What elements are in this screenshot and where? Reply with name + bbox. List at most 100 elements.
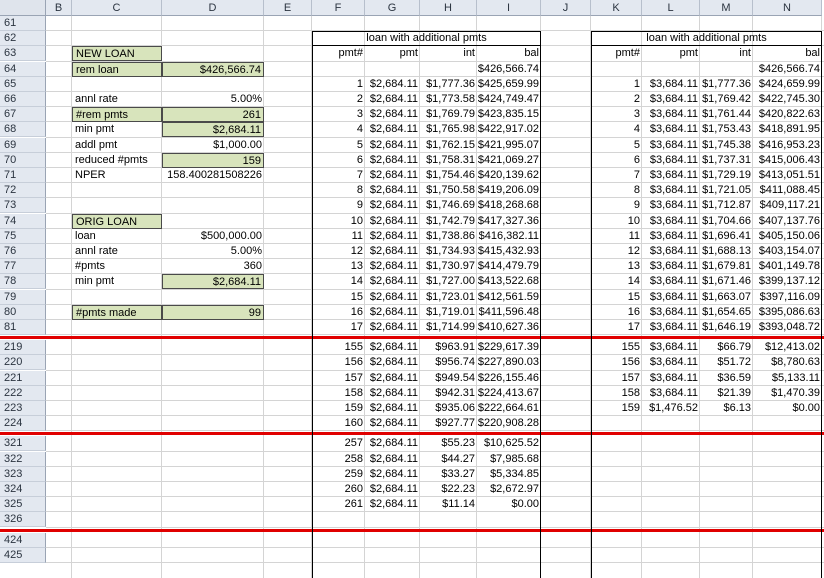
table1-cell[interactable]: 1 xyxy=(312,77,365,92)
table2-cell[interactable]: $3,684.11 xyxy=(642,92,700,107)
table2-cell[interactable]: $3,684.11 xyxy=(642,259,700,274)
table1-cell[interactable]: $1,746.69 xyxy=(420,198,477,213)
table1-cell[interactable]: $1,762.15 xyxy=(420,138,477,153)
row-header[interactable]: 63 xyxy=(0,46,46,62)
table2-cell[interactable]: $51.72 xyxy=(700,355,753,370)
table1-cell[interactable]: $1,754.46 xyxy=(420,168,477,183)
row-header[interactable]: 80 xyxy=(0,304,46,320)
table1-cell[interactable]: $224,413.67 xyxy=(477,386,541,401)
table1-cell[interactable]: 2 xyxy=(312,92,365,107)
table1-cell[interactable]: $1,730.97 xyxy=(420,259,477,274)
table1-cell[interactable]: $2,684.11 xyxy=(365,305,420,320)
row-header[interactable]: 64 xyxy=(0,61,46,77)
annl-rate-label[interactable]: annl rate xyxy=(72,92,162,107)
table2-cell[interactable]: $393,048.72 xyxy=(753,320,822,335)
table1-cell[interactable]: $414,479.79 xyxy=(477,259,541,274)
table2-cell[interactable]: $422,745.30 xyxy=(753,92,822,107)
table1-header-pmt[interactable]: pmt xyxy=(365,46,420,61)
table2-cell[interactable]: 10 xyxy=(591,214,642,229)
table1-cell[interactable]: $424,749.47 xyxy=(477,92,541,107)
table2-cell[interactable]: $1,679.81 xyxy=(700,259,753,274)
table1-cell[interactable]: $1,723.01 xyxy=(420,290,477,305)
table1-cell[interactable]: $2,684.11 xyxy=(365,92,420,107)
table1-cell[interactable]: $421,069.27 xyxy=(477,153,541,168)
row-header[interactable]: 321 xyxy=(0,436,46,452)
table2-cell[interactable]: 12 xyxy=(591,244,642,259)
table2-cell[interactable]: $21.39 xyxy=(700,386,753,401)
pmts-made-value[interactable]: 99 xyxy=(162,304,264,320)
row-header[interactable]: 324 xyxy=(0,482,46,497)
row-header[interactable]: 325 xyxy=(0,497,46,513)
min-pmt-label[interactable]: min pmt xyxy=(72,122,162,137)
table2-cell[interactable]: $3,684.11 xyxy=(642,386,700,401)
row-header[interactable]: 65 xyxy=(0,76,46,92)
table2-cell[interactable]: $3,684.11 xyxy=(642,290,700,305)
orig-annl-rate-value[interactable]: 5.00% xyxy=(162,244,264,259)
table1-cell[interactable]: $2,684.11 xyxy=(365,452,420,467)
table1-cell[interactable]: $1,765.98 xyxy=(420,122,477,137)
row-header[interactable]: 224 xyxy=(0,416,46,432)
table1-cell[interactable]: $927.77 xyxy=(420,416,477,431)
table2-cell[interactable]: 157 xyxy=(591,371,642,386)
table1-header-bal[interactable]: bal xyxy=(477,46,541,61)
table1-cell[interactable]: 16 xyxy=(312,305,365,320)
table2-cell[interactable]: $1,761.44 xyxy=(700,107,753,122)
table1-cell[interactable]: 4 xyxy=(312,122,365,137)
table2-cell[interactable]: 3 xyxy=(591,107,642,122)
table2-header-pmtnum[interactable]: pmt# xyxy=(591,46,642,61)
table1-cell[interactable]: $1,719.01 xyxy=(420,305,477,320)
table2-cell[interactable]: $1,671.46 xyxy=(700,274,753,289)
table2-cell[interactable]: $407,137.76 xyxy=(753,214,822,229)
table1-cell[interactable]: $2,684.11 xyxy=(365,107,420,122)
table1-cell[interactable]: $222,664.61 xyxy=(477,401,541,416)
table1-cell[interactable]: $2,684.11 xyxy=(365,122,420,137)
table2-cell[interactable]: $420,822.63 xyxy=(753,107,822,122)
table1-cell[interactable]: 13 xyxy=(312,259,365,274)
row-header[interactable]: 222 xyxy=(0,385,46,401)
table2-cell[interactable]: $1,721.05 xyxy=(700,183,753,198)
table2-cell[interactable]: $3,684.11 xyxy=(642,371,700,386)
table2-cell[interactable]: $426,566.74 xyxy=(753,62,822,77)
table1-cell[interactable]: $963.91 xyxy=(420,340,477,355)
table2-cell[interactable]: $3,684.11 xyxy=(642,355,700,370)
table1-cell[interactable]: $2,684.11 xyxy=(365,497,420,512)
select-all-corner[interactable] xyxy=(0,0,46,16)
annl-rate-value[interactable]: 5.00% xyxy=(162,92,264,107)
table2-cell[interactable]: 7 xyxy=(591,168,642,183)
table1-cell[interactable]: $415,432.93 xyxy=(477,244,541,259)
table1-cell[interactable]: $1,734.93 xyxy=(420,244,477,259)
table2-cell[interactable]: $397,116.09 xyxy=(753,290,822,305)
row-header[interactable]: 78 xyxy=(0,274,46,290)
table2-cell[interactable]: $36.59 xyxy=(700,371,753,386)
table1-cell[interactable]: $2,684.11 xyxy=(365,371,420,386)
nper-label[interactable]: NPER xyxy=(72,168,162,183)
table2-cell[interactable]: 158 xyxy=(591,386,642,401)
table2-cell[interactable]: $3,684.11 xyxy=(642,214,700,229)
table2-cell[interactable]: $3,684.11 xyxy=(642,340,700,355)
loan-value[interactable]: $500,000.00 xyxy=(162,229,264,244)
table2-cell[interactable]: 6 xyxy=(591,153,642,168)
table2-title[interactable]: loan with additional pmts xyxy=(591,31,822,46)
table2-cell[interactable]: $1,777.36 xyxy=(700,77,753,92)
table1-cell[interactable]: $2,684.11 xyxy=(365,259,420,274)
table1-cell[interactable]: $2,684.11 xyxy=(365,386,420,401)
table1-cell[interactable]: $416,382.11 xyxy=(477,229,541,244)
table1-cell[interactable]: $422,917.02 xyxy=(477,122,541,137)
min-pmt-value[interactable]: $2,684.11 xyxy=(162,122,264,138)
table1-cell[interactable]: $33.27 xyxy=(420,467,477,482)
table2-cell[interactable]: $405,150.06 xyxy=(753,229,822,244)
table1-cell[interactable]: $2,684.11 xyxy=(365,401,420,416)
table1-cell[interactable]: $2,684.11 xyxy=(365,340,420,355)
table1-cell[interactable]: $2,684.11 xyxy=(365,138,420,153)
table2-cell[interactable]: 156 xyxy=(591,355,642,370)
table1-header-pmtnum[interactable]: pmt# xyxy=(312,46,365,61)
row-header[interactable]: 223 xyxy=(0,401,46,416)
nper-value[interactable]: 158.400281508226 xyxy=(162,168,264,183)
row-header[interactable]: 81 xyxy=(0,320,46,335)
table2-cell[interactable]: $8,780.63 xyxy=(753,355,822,370)
table1-cell[interactable]: $229,617.39 xyxy=(477,340,541,355)
row-header[interactable]: 76 xyxy=(0,244,46,259)
table2-cell[interactable]: $413,051.51 xyxy=(753,168,822,183)
table1-cell[interactable]: 159 xyxy=(312,401,365,416)
table2-cell[interactable]: $1,688.13 xyxy=(700,244,753,259)
